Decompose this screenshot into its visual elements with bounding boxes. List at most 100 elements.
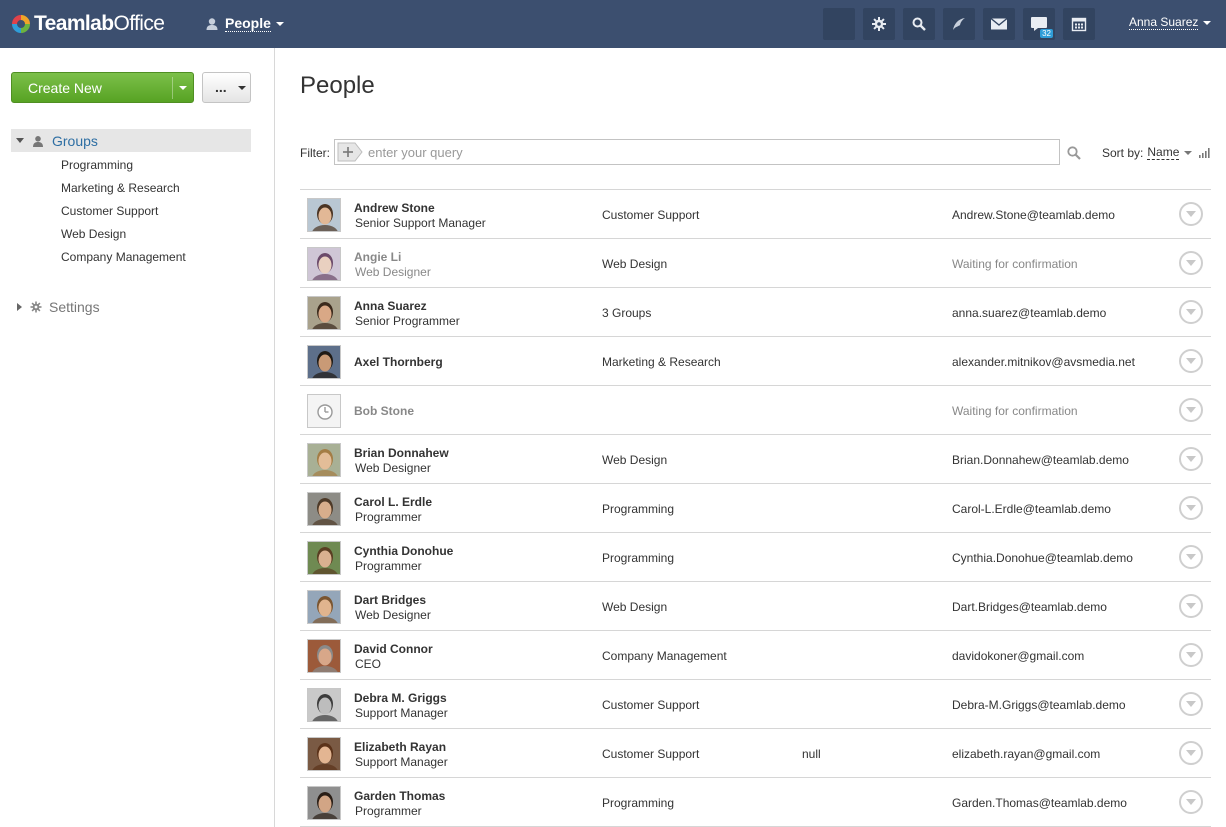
more-actions-button[interactable]: ... bbox=[202, 72, 251, 103]
person-row[interactable]: Brian Donnahew Web Designer Web Design Bria… bbox=[300, 435, 1211, 484]
person-email[interactable]: elizabeth.rayan@gmail.com bbox=[952, 747, 1100, 761]
group-item-marketing-research[interactable]: Marketing & Research bbox=[61, 181, 186, 204]
group-item-company-management[interactable]: Company Management bbox=[61, 250, 186, 273]
person-row[interactable]: Axel Thornberg Marketing & Research alexan… bbox=[300, 337, 1211, 386]
person-department[interactable]: Marketing & Research bbox=[602, 355, 721, 369]
row-actions-icon[interactable] bbox=[1179, 790, 1203, 814]
add-filter-icon[interactable] bbox=[337, 142, 363, 162]
person-department[interactable]: Web Design bbox=[602, 257, 667, 271]
person-name[interactable]: Angie Li bbox=[354, 250, 401, 264]
avatar[interactable] bbox=[307, 541, 341, 575]
person-department[interactable]: 3 Groups bbox=[602, 306, 651, 320]
person-name[interactable]: Brian Donnahew bbox=[354, 446, 449, 460]
person-row[interactable]: Dart Bridges Web Designer Web Design Dart.B… bbox=[300, 582, 1211, 631]
person-row[interactable]: Angie Li Web Designer Web Design Waiting fo… bbox=[300, 239, 1211, 288]
avatar[interactable] bbox=[307, 247, 341, 281]
person-row[interactable]: Anna Suarez Senior Programmer 3 Groups anna… bbox=[300, 288, 1211, 337]
row-actions-icon[interactable] bbox=[1179, 496, 1203, 520]
person-name[interactable]: Anna Suarez bbox=[354, 299, 427, 313]
person-department[interactable]: Customer Support bbox=[602, 698, 699, 712]
person-name[interactable]: Andrew Stone bbox=[354, 201, 435, 215]
row-actions-icon[interactable] bbox=[1179, 447, 1203, 471]
person-name[interactable]: Garden Thomas bbox=[354, 789, 445, 803]
person-email[interactable]: Andrew.Stone@teamlab.demo bbox=[952, 208, 1115, 222]
person-department[interactable]: Customer Support bbox=[602, 208, 699, 222]
person-email[interactable]: anna.suarez@teamlab.demo bbox=[952, 306, 1106, 320]
settings-tree-item[interactable]: Settings bbox=[17, 299, 100, 315]
module-switcher[interactable]: People bbox=[205, 14, 284, 34]
row-actions-icon[interactable] bbox=[1179, 251, 1203, 275]
person-row[interactable]: Bob Stone Waiting for confirmation bbox=[300, 386, 1211, 435]
person-row[interactable]: Debra M. Griggs Support Manager Customer S… bbox=[300, 680, 1211, 729]
expand-arrow-icon[interactable] bbox=[16, 138, 24, 143]
person-row[interactable]: Carol L. Erdle Programmer Programming Carol… bbox=[300, 484, 1211, 533]
blank-tool-button[interactable] bbox=[823, 8, 855, 40]
person-department[interactable]: Programming bbox=[602, 551, 674, 565]
row-actions-icon[interactable] bbox=[1179, 741, 1203, 765]
sort-field-dropdown[interactable]: Name bbox=[1147, 146, 1180, 160]
person-email[interactable]: davidokoner@gmail.com bbox=[952, 649, 1084, 663]
person-department[interactable]: Web Design bbox=[602, 600, 667, 614]
row-actions-icon[interactable] bbox=[1179, 398, 1203, 422]
person-name[interactable]: Dart Bridges bbox=[354, 593, 426, 607]
row-actions-icon[interactable] bbox=[1179, 545, 1203, 569]
avatar[interactable] bbox=[307, 737, 341, 771]
avatar[interactable] bbox=[307, 590, 341, 624]
user-menu[interactable]: Anna Suarez bbox=[1129, 16, 1212, 30]
person-name[interactable]: Elizabeth Rayan bbox=[354, 740, 446, 754]
create-new-button[interactable]: Create New bbox=[11, 72, 194, 103]
filter-input[interactable] bbox=[368, 144, 1048, 160]
search-button[interactable] bbox=[903, 8, 935, 40]
person-name[interactable]: Axel Thornberg bbox=[354, 355, 443, 369]
avatar[interactable] bbox=[307, 198, 341, 232]
search-icon[interactable] bbox=[1066, 145, 1082, 161]
teamlab-logo[interactable]: TeamlabOffice bbox=[11, 12, 165, 36]
avatar[interactable] bbox=[307, 296, 341, 330]
row-actions-icon[interactable] bbox=[1179, 692, 1203, 716]
person-name[interactable]: Carol L. Erdle bbox=[354, 495, 432, 509]
feed-button[interactable] bbox=[943, 8, 975, 40]
chevron-down-icon[interactable] bbox=[1184, 151, 1193, 155]
row-actions-icon[interactable] bbox=[1179, 349, 1203, 373]
person-department[interactable]: Web Design bbox=[602, 453, 667, 467]
person-email[interactable]: alexander.mitnikov@avsmedia.net bbox=[952, 355, 1135, 369]
row-actions-icon[interactable] bbox=[1179, 202, 1203, 226]
avatar[interactable] bbox=[307, 345, 341, 379]
person-department[interactable]: Customer Support bbox=[602, 747, 699, 761]
person-email[interactable]: Cynthia.Donohue@teamlab.demo bbox=[952, 551, 1133, 565]
person-name[interactable]: David Connor bbox=[354, 642, 433, 656]
person-department[interactable]: Programming bbox=[602, 796, 674, 810]
mail-button[interactable] bbox=[983, 8, 1015, 40]
person-email[interactable]: Brian.Donnahew@teamlab.demo bbox=[952, 453, 1129, 467]
person-row[interactable]: Garden Thomas Programmer Programming Garden… bbox=[300, 778, 1211, 827]
group-item-customer-support[interactable]: Customer Support bbox=[61, 204, 186, 227]
calendar-button[interactable] bbox=[1063, 8, 1095, 40]
person-row[interactable]: Elizabeth Rayan Support Manager Customer S… bbox=[300, 729, 1211, 778]
person-department[interactable]: Programming bbox=[602, 502, 674, 516]
row-actions-icon[interactable] bbox=[1179, 300, 1203, 324]
groups-tree-header[interactable]: Groups bbox=[11, 129, 251, 152]
sort-order-icon[interactable] bbox=[1198, 148, 1210, 158]
avatar[interactable] bbox=[307, 492, 341, 526]
person-email[interactable]: Dart.Bridges@teamlab.demo bbox=[952, 600, 1107, 614]
person-row[interactable]: Cynthia Donohue Programmer Programming Cynt… bbox=[300, 533, 1211, 582]
avatar[interactable] bbox=[307, 688, 341, 722]
person-row[interactable]: David Connor CEO Company Management davidok… bbox=[300, 631, 1211, 680]
person-department[interactable]: Company Management bbox=[602, 649, 727, 663]
expand-arrow-icon[interactable] bbox=[17, 303, 22, 311]
avatar[interactable] bbox=[307, 786, 341, 820]
pending-avatar[interactable] bbox=[307, 394, 341, 428]
person-name[interactable]: Debra M. Griggs bbox=[354, 691, 447, 705]
person-name[interactable]: Bob Stone bbox=[354, 404, 414, 418]
avatar[interactable] bbox=[307, 639, 341, 673]
person-name[interactable]: Cynthia Donohue bbox=[354, 544, 453, 558]
row-actions-icon[interactable] bbox=[1179, 594, 1203, 618]
settings-button[interactable] bbox=[863, 8, 895, 40]
person-email[interactable]: Carol-L.Erdle@teamlab.demo bbox=[952, 502, 1111, 516]
group-item-web-design[interactable]: Web Design bbox=[61, 227, 186, 250]
person-email[interactable]: Debra-M.Griggs@teamlab.demo bbox=[952, 698, 1126, 712]
person-email[interactable]: Garden.Thomas@teamlab.demo bbox=[952, 796, 1127, 810]
avatar[interactable] bbox=[307, 443, 341, 477]
group-item-programming[interactable]: Programming bbox=[61, 158, 186, 181]
person-row[interactable]: Andrew Stone Senior Support Manager Custom… bbox=[300, 190, 1211, 239]
